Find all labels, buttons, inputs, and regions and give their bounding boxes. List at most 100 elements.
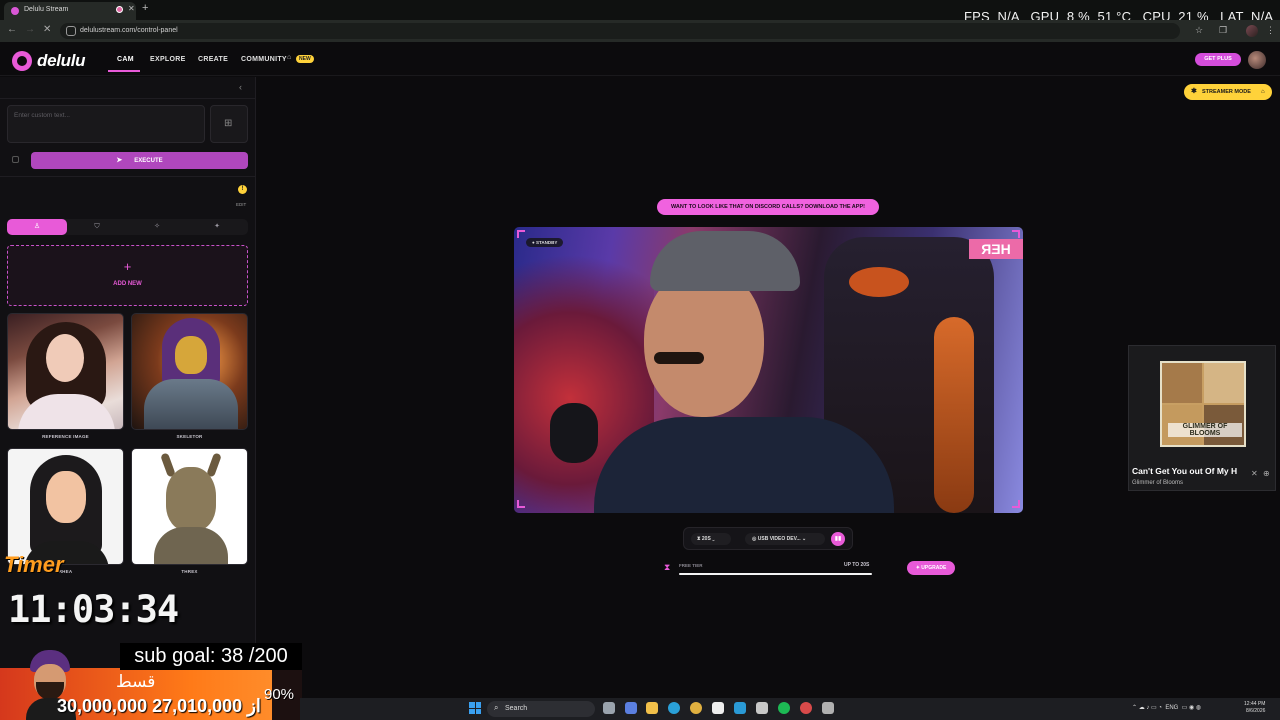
card-label: REFERENCE IMAGE: [42, 434, 89, 439]
video-art: [650, 231, 800, 291]
info-label: EDIT: [236, 202, 247, 207]
streamer-icon: ✱: [1191, 88, 1197, 95]
album-art-tile: [1204, 363, 1244, 403]
site-info-icon[interactable]: [66, 26, 76, 36]
taskbar-clock[interactable]: 12:44 PM 8/6/2026: [1244, 701, 1265, 715]
shirt-icon: ⛉: [94, 223, 100, 230]
character-card-skeletor[interactable]: [131, 313, 248, 430]
spotify-icon[interactable]: [778, 702, 790, 714]
frame-corner: [517, 230, 525, 238]
card-art: [46, 471, 86, 523]
video-art: [934, 317, 974, 513]
browser-tab[interactable]: Delulu Stream ✕: [4, 2, 136, 20]
url-input[interactable]: delulustream.com/control-panel: [60, 23, 1180, 39]
image-plus-icon: ⊞: [224, 118, 233, 129]
album-title: GLIMMER OF BLOOMS: [1168, 423, 1242, 437]
url-text: delulustream.com/control-panel: [80, 27, 178, 34]
add-image-button[interactable]: ⊞: [210, 105, 248, 143]
tab-characters[interactable]: ♙: [7, 219, 67, 235]
add-icon[interactable]: ⊕: [1263, 469, 1270, 478]
person-icon: ♙: [33, 223, 41, 230]
upgrade-label: UPGRADE: [921, 565, 947, 571]
add-new-label: ADD NEW: [113, 281, 142, 287]
tier-label: FREE TIER: [679, 563, 703, 568]
discord-download-banner[interactable]: WANT TO LOOK LIKE THAT ON DISCORD CALLS?…: [657, 199, 879, 215]
loading-icon[interactable]: ✕: [43, 24, 51, 35]
duration-value: 20S: [701, 536, 711, 542]
extensions-icon[interactable]: ❐: [1219, 25, 1227, 36]
app-icon[interactable]: [822, 702, 834, 714]
task-view-icon[interactable]: [603, 702, 615, 714]
clock-date: 8/6/2026: [1245, 708, 1266, 714]
sparkle-icon: ✧: [154, 223, 160, 230]
character-card-rhea[interactable]: [7, 448, 124, 565]
duration-select[interactable]: ⧗ 20S ⌄: [691, 533, 731, 545]
browser-profile-avatar[interactable]: [1246, 25, 1258, 37]
camera-select[interactable]: ◎ USB VIDEO DEV... ⌄: [745, 533, 825, 545]
video-art: [654, 352, 704, 364]
logo-icon[interactable]: [12, 51, 32, 71]
app-icon[interactable]: [800, 702, 812, 714]
nav-create[interactable]: CREATE: [198, 56, 228, 63]
album-art: GLIMMER OF BLOOMS: [1160, 361, 1246, 447]
divider: [0, 98, 255, 99]
video-art: [594, 417, 894, 513]
bookmark-star-icon[interactable]: ☆: [1195, 25, 1203, 36]
tab-magic[interactable]: ✦: [187, 219, 247, 235]
logo-text[interactable]: delulu: [37, 51, 86, 71]
camera-preview: ЯƎH: [514, 227, 1023, 513]
widgets-icon[interactable]: [625, 702, 637, 714]
execute-checkbox[interactable]: [12, 156, 19, 163]
user-avatar[interactable]: [1248, 51, 1266, 69]
file-explorer-icon[interactable]: [646, 702, 658, 714]
frame-corner: [1012, 500, 1020, 508]
taskbar-search[interactable]: ⌕ Search: [487, 701, 595, 717]
forward-icon[interactable]: →: [25, 24, 35, 35]
execute-button[interactable]: ➤ EXECUTE: [31, 152, 248, 169]
close-icon[interactable]: ✕: [1251, 469, 1258, 478]
collapse-panel-icon[interactable]: ‹: [239, 82, 242, 92]
system-tray[interactable]: ⌃ ☁ ♪ ▭ ◔ ENG ▭ ◉ ◍: [1132, 704, 1201, 711]
nav-community[interactable]: COMMUNITY: [241, 56, 287, 63]
add-new-character-button[interactable]: + ADD NEW: [7, 245, 248, 306]
card-art: [154, 527, 228, 564]
nav-explore[interactable]: EXPLORE: [150, 56, 186, 63]
start-stream-button[interactable]: ▮▮: [831, 532, 845, 546]
new-badge: NEW: [296, 55, 314, 63]
card-art: [175, 336, 207, 374]
nav-cam[interactable]: CAM: [117, 56, 134, 63]
upgrade-button[interactable]: ✦ UPGRADE: [907, 561, 955, 575]
back-icon[interactable]: ←: [7, 24, 17, 35]
edge-icon[interactable]: [668, 702, 680, 714]
donation-goal-percent: 90%: [264, 686, 295, 703]
get-plus-button[interactable]: GET PLUS: [1195, 53, 1241, 66]
streamer-mode-button[interactable]: ✱ STREAMER MODE ⌂: [1184, 84, 1272, 100]
browser-tab-bar: Delulu Stream ✕ + FPS N/A GPU 8 % 51 °C …: [0, 0, 1280, 24]
new-tab-button[interactable]: +: [142, 2, 148, 14]
character-card-reference-image[interactable]: [7, 313, 124, 430]
info-icon[interactable]: !: [238, 185, 247, 194]
donation-goal-title: قسط: [116, 672, 156, 692]
stream-controls: ⧗ 20S ⌄ ◎ USB VIDEO DEV... ⌄ ▮▮: [683, 527, 853, 550]
custom-text-input[interactable]: Enter custom text...: [7, 105, 205, 143]
donation-goal-amount: 30,000,000 از 27,010,000: [57, 696, 261, 716]
tab-effects[interactable]: ✧: [127, 219, 187, 235]
standby-status-badge: ● STANDBY: [526, 238, 564, 247]
frame-corner: [1012, 230, 1020, 238]
windows-start-icon[interactable]: [469, 702, 481, 714]
browser-address-bar: ← → ✕ delulustream.com/control-panel ☆ ❐…: [0, 20, 1280, 42]
recording-icon: [116, 6, 123, 13]
character-card-threx[interactable]: [131, 448, 248, 565]
divider: [0, 176, 255, 177]
timer-value: 11:03:34: [8, 588, 179, 631]
browser-menu-icon[interactable]: ⋮: [1266, 25, 1275, 36]
close-tab-icon[interactable]: ✕: [128, 4, 135, 13]
steam-icon[interactable]: [756, 702, 768, 714]
tab-clothing[interactable]: ⛉: [67, 219, 127, 235]
chrome-icon[interactable]: [690, 702, 702, 714]
track-artist: Glimmer of Blooms: [1132, 480, 1184, 486]
store-icon[interactable]: [712, 702, 724, 714]
category-tabs: ♙ ⛉ ✧ ✦: [7, 219, 248, 235]
telegram-icon[interactable]: [734, 702, 746, 714]
hourglass-icon: ⧗: [664, 562, 671, 572]
